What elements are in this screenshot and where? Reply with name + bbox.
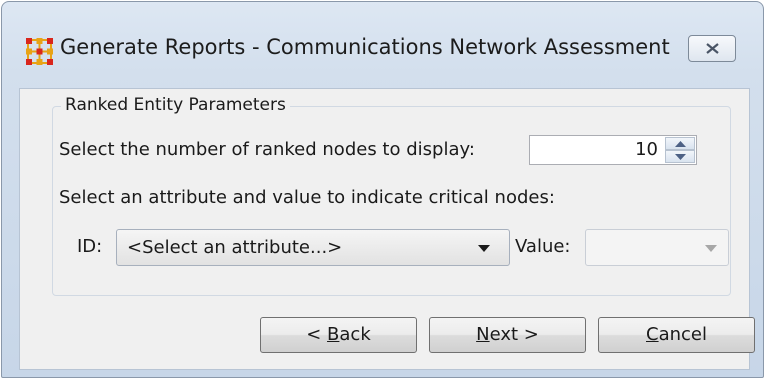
arrow-down-icon <box>675 154 686 160</box>
window-title: Generate Reports - Communications Networ… <box>60 35 670 59</box>
ranked-nodes-value[interactable]: 10 <box>635 139 658 160</box>
back-button-label: ack <box>339 324 371 345</box>
critical-nodes-label: Select an attribute and value to indicat… <box>59 187 555 208</box>
back-button[interactable]: < Back <box>260 317 417 353</box>
attribute-dropdown[interactable]: <Select an attribute...> <box>116 229 510 266</box>
id-label: ID: <box>77 236 103 257</box>
cancel-button-label: ancel <box>658 324 707 345</box>
close-icon <box>706 43 719 54</box>
next-button[interactable]: Next > <box>429 317 586 353</box>
dialog-content: Ranked Entity Parameters Select the numb… <box>19 88 755 370</box>
attribute-dropdown-value: <Select an attribute...> <box>127 237 343 258</box>
chevron-down-icon <box>478 245 490 252</box>
title-bar[interactable]: Generate Reports - Communications Networ… <box>2 2 763 88</box>
next-button-label: ext > <box>489 324 539 345</box>
value-label: Value: <box>515 236 571 257</box>
close-button[interactable] <box>688 35 736 62</box>
next-button-mnemonic: N <box>476 324 490 345</box>
cancel-button-mnemonic: C <box>646 324 659 345</box>
ranked-entity-parameters-group: Ranked Entity Parameters Select the numb… <box>52 95 731 296</box>
network-grid-icon <box>26 38 53 65</box>
chevron-down-icon <box>705 245 717 252</box>
spin-down-button[interactable] <box>665 150 695 163</box>
spinner-buttons <box>665 137 695 163</box>
ranked-nodes-label: Select the number of ranked nodes to dis… <box>59 139 475 160</box>
back-button-mnemonic: B <box>327 324 340 345</box>
group-legend: Ranked Entity Parameters <box>61 95 290 115</box>
ranked-nodes-spinner[interactable]: 10 <box>529 135 697 165</box>
back-button-prefix: < <box>306 324 328 345</box>
dialog-window: Generate Reports - Communications Networ… <box>1 1 764 378</box>
arrow-up-icon <box>675 141 686 147</box>
value-dropdown[interactable] <box>585 229 729 266</box>
cancel-button[interactable]: Cancel <box>598 317 755 353</box>
spin-up-button[interactable] <box>665 137 695 150</box>
